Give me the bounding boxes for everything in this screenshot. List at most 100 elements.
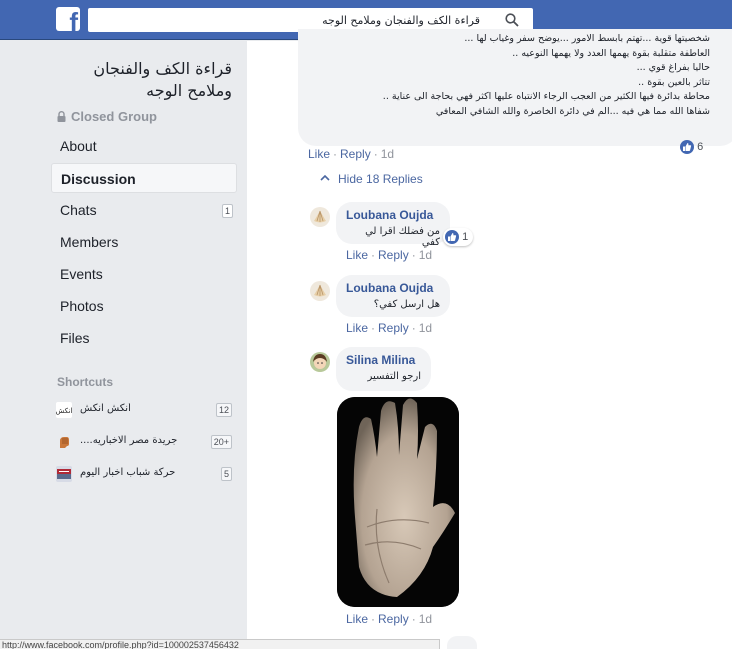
nav-label: Files [60, 330, 90, 346]
discussion-feed: شخصيتها قوية ...تهتم بابسط الامور ...يوض… [247, 29, 732, 649]
shortcut-group-icon: انكش [56, 402, 72, 418]
shortcut-news-icon [56, 466, 72, 482]
separator-dot: · [411, 248, 416, 262]
reaction-number: 1 [462, 230, 469, 243]
reply-bubble: Loubana Oujda من فضلك اقرا لي كفي [336, 202, 450, 248]
nav-label: Discussion [61, 171, 136, 187]
comment-line: محاطة بدائرة فيها الكثير من العجب الرجاء… [382, 91, 710, 103]
comment-line: تتاثر بالعين بقوة .. [638, 76, 710, 88]
reply-bubble: Loubana Oujda هل ارسل كفي؟ [336, 275, 450, 317]
palm-photo[interactable] [337, 397, 459, 607]
shortcut-label: حركة شباب اخبار اليوم [80, 467, 176, 478]
author-name[interactable]: Loubana Oujda [346, 208, 440, 222]
shortcut-label: أنكش انكش [80, 403, 131, 414]
reaction-count[interactable]: 6 [680, 140, 703, 158]
shortcut-item[interactable]: جريدة مصر الاخباريه.... 20+ [56, 433, 232, 451]
author-name[interactable]: Loubana Oujda [346, 281, 440, 295]
nav-item-events[interactable]: Events [51, 259, 237, 289]
reply-time[interactable]: 1d [419, 612, 432, 626]
separator-dot: · [373, 147, 378, 161]
like-reaction-icon [680, 140, 694, 154]
facebook-logo-icon[interactable]: f [56, 7, 80, 31]
nav-item-members[interactable]: Members [51, 227, 237, 257]
count-badge: 20+ [210, 435, 232, 449]
comment-line: حاليا بفراغ قوي ... [636, 62, 710, 74]
nav-label: Members [60, 234, 119, 250]
chevron-up-icon [320, 174, 330, 181]
shortcut-label: جريدة مصر الاخباريه.... [80, 435, 178, 446]
hide-replies-text: Hide 18 Replies [338, 172, 423, 186]
shell-avatar-icon [310, 207, 330, 227]
separator-dot: · [371, 321, 376, 335]
like-link[interactable]: Like [346, 321, 368, 335]
comment-line: شخصيتها قوية ...تهتم بابسط الامور ...يوض… [464, 33, 710, 44]
separator-dot: · [371, 248, 376, 262]
nav-item-about[interactable]: About [51, 131, 237, 161]
like-reaction-icon [445, 230, 459, 244]
comment-time[interactable]: 1d [381, 147, 394, 161]
like-link[interactable]: Like [308, 147, 330, 161]
like-link[interactable]: Like [346, 248, 368, 262]
group-title-line-2[interactable]: وملامح الوجه [57, 80, 232, 102]
group-nav: About Discussion Chats 1 Members Events P… [51, 131, 237, 355]
comment-bubble: شخصيتها قوية ...تهتم بابسط الامور ...يوض… [298, 29, 732, 146]
next-comment-bubble [447, 636, 477, 649]
nav-label: Photos [60, 298, 104, 314]
shortcut-fist-icon [56, 434, 72, 450]
reaction-count[interactable]: 1 [443, 228, 474, 246]
reply-link[interactable]: Reply [378, 248, 409, 262]
reaction-number: 6 [697, 140, 704, 153]
separator-dot: · [411, 321, 416, 335]
shortcuts-heading: Shortcuts [57, 375, 114, 389]
group-title[interactable]: قراءة الكف والفنجان وملامح الوجه [57, 58, 232, 102]
comment-line: شفاها الله مما هي فيه ...الم في دائرة ال… [435, 105, 710, 117]
reply-actions: Like · Reply · 1d [346, 612, 432, 626]
avatar[interactable] [310, 281, 330, 301]
nav-item-discussion[interactable]: Discussion [51, 163, 237, 193]
palm-image-icon [337, 397, 459, 607]
nav-label: About [60, 138, 97, 154]
reply-time[interactable]: 1d [419, 248, 432, 262]
reply-text: هل ارسل كفي؟ [373, 299, 440, 310]
nav-label: Events [60, 266, 103, 282]
reply-link[interactable]: Reply [378, 321, 409, 335]
comment-actions: Like · Reply · 1d [308, 147, 394, 161]
browser-status-url: http://www.facebook.com/profile.php?id=1… [0, 639, 440, 649]
avatar[interactable] [310, 207, 330, 227]
reply-text: ارجو التفسير [367, 371, 422, 382]
reply-actions: Like · Reply · 1d [346, 321, 432, 335]
reply-time[interactable]: 1d [419, 321, 432, 335]
reply-text: من فضلك اقرا لي كفي [365, 226, 440, 248]
count-badge: 12 [215, 403, 232, 417]
privacy-label: Closed Group [57, 109, 157, 124]
reply-link[interactable]: Reply [378, 612, 409, 626]
like-link[interactable]: Like [346, 612, 368, 626]
left-sidebar: قراءة الكف والفنجان وملامح الوجه Closed … [0, 41, 247, 649]
separator-dot: · [333, 147, 338, 161]
reply-actions: Like · Reply · 1d [346, 248, 432, 262]
shortcut-item[interactable]: حركة شباب اخبار اليوم 5 [56, 465, 232, 483]
avatar[interactable] [310, 352, 330, 372]
count-badge: 5 [220, 467, 232, 481]
nav-item-photos[interactable]: Photos [51, 291, 237, 321]
reply-bubble: Silina Milina ارجو التفسير [336, 347, 431, 391]
comment-text: شخصيتها قوية ...تهتم بابسط الامور ...يوض… [290, 32, 710, 120]
search-icon[interactable] [505, 13, 519, 27]
hide-replies-link[interactable]: Hide 18 Replies [320, 172, 423, 186]
facebook-logo-letter: f [69, 7, 78, 31]
separator-dot: · [411, 612, 416, 626]
count-badge: 1 [221, 204, 233, 218]
separator-dot: · [371, 612, 376, 626]
lock-icon [57, 111, 66, 122]
nav-item-chats[interactable]: Chats 1 [51, 195, 237, 225]
group-title-line-1[interactable]: قراءة الكف والفنجان [57, 58, 232, 80]
svg-text:انكش: انكش [56, 407, 72, 415]
author-name[interactable]: Silina Milina [346, 353, 421, 367]
reply-link[interactable]: Reply [340, 147, 371, 161]
nav-item-files[interactable]: Files [51, 323, 237, 353]
shortcut-item[interactable]: انكش أنكش انكش 12 [56, 401, 232, 419]
comment-line: العاطفة متقلبة بقوة يهمها العدد ولا يهمه… [512, 47, 710, 59]
privacy-text: Closed Group [71, 109, 157, 124]
shell-avatar-icon [310, 281, 330, 301]
girl-avatar-icon [310, 352, 330, 372]
